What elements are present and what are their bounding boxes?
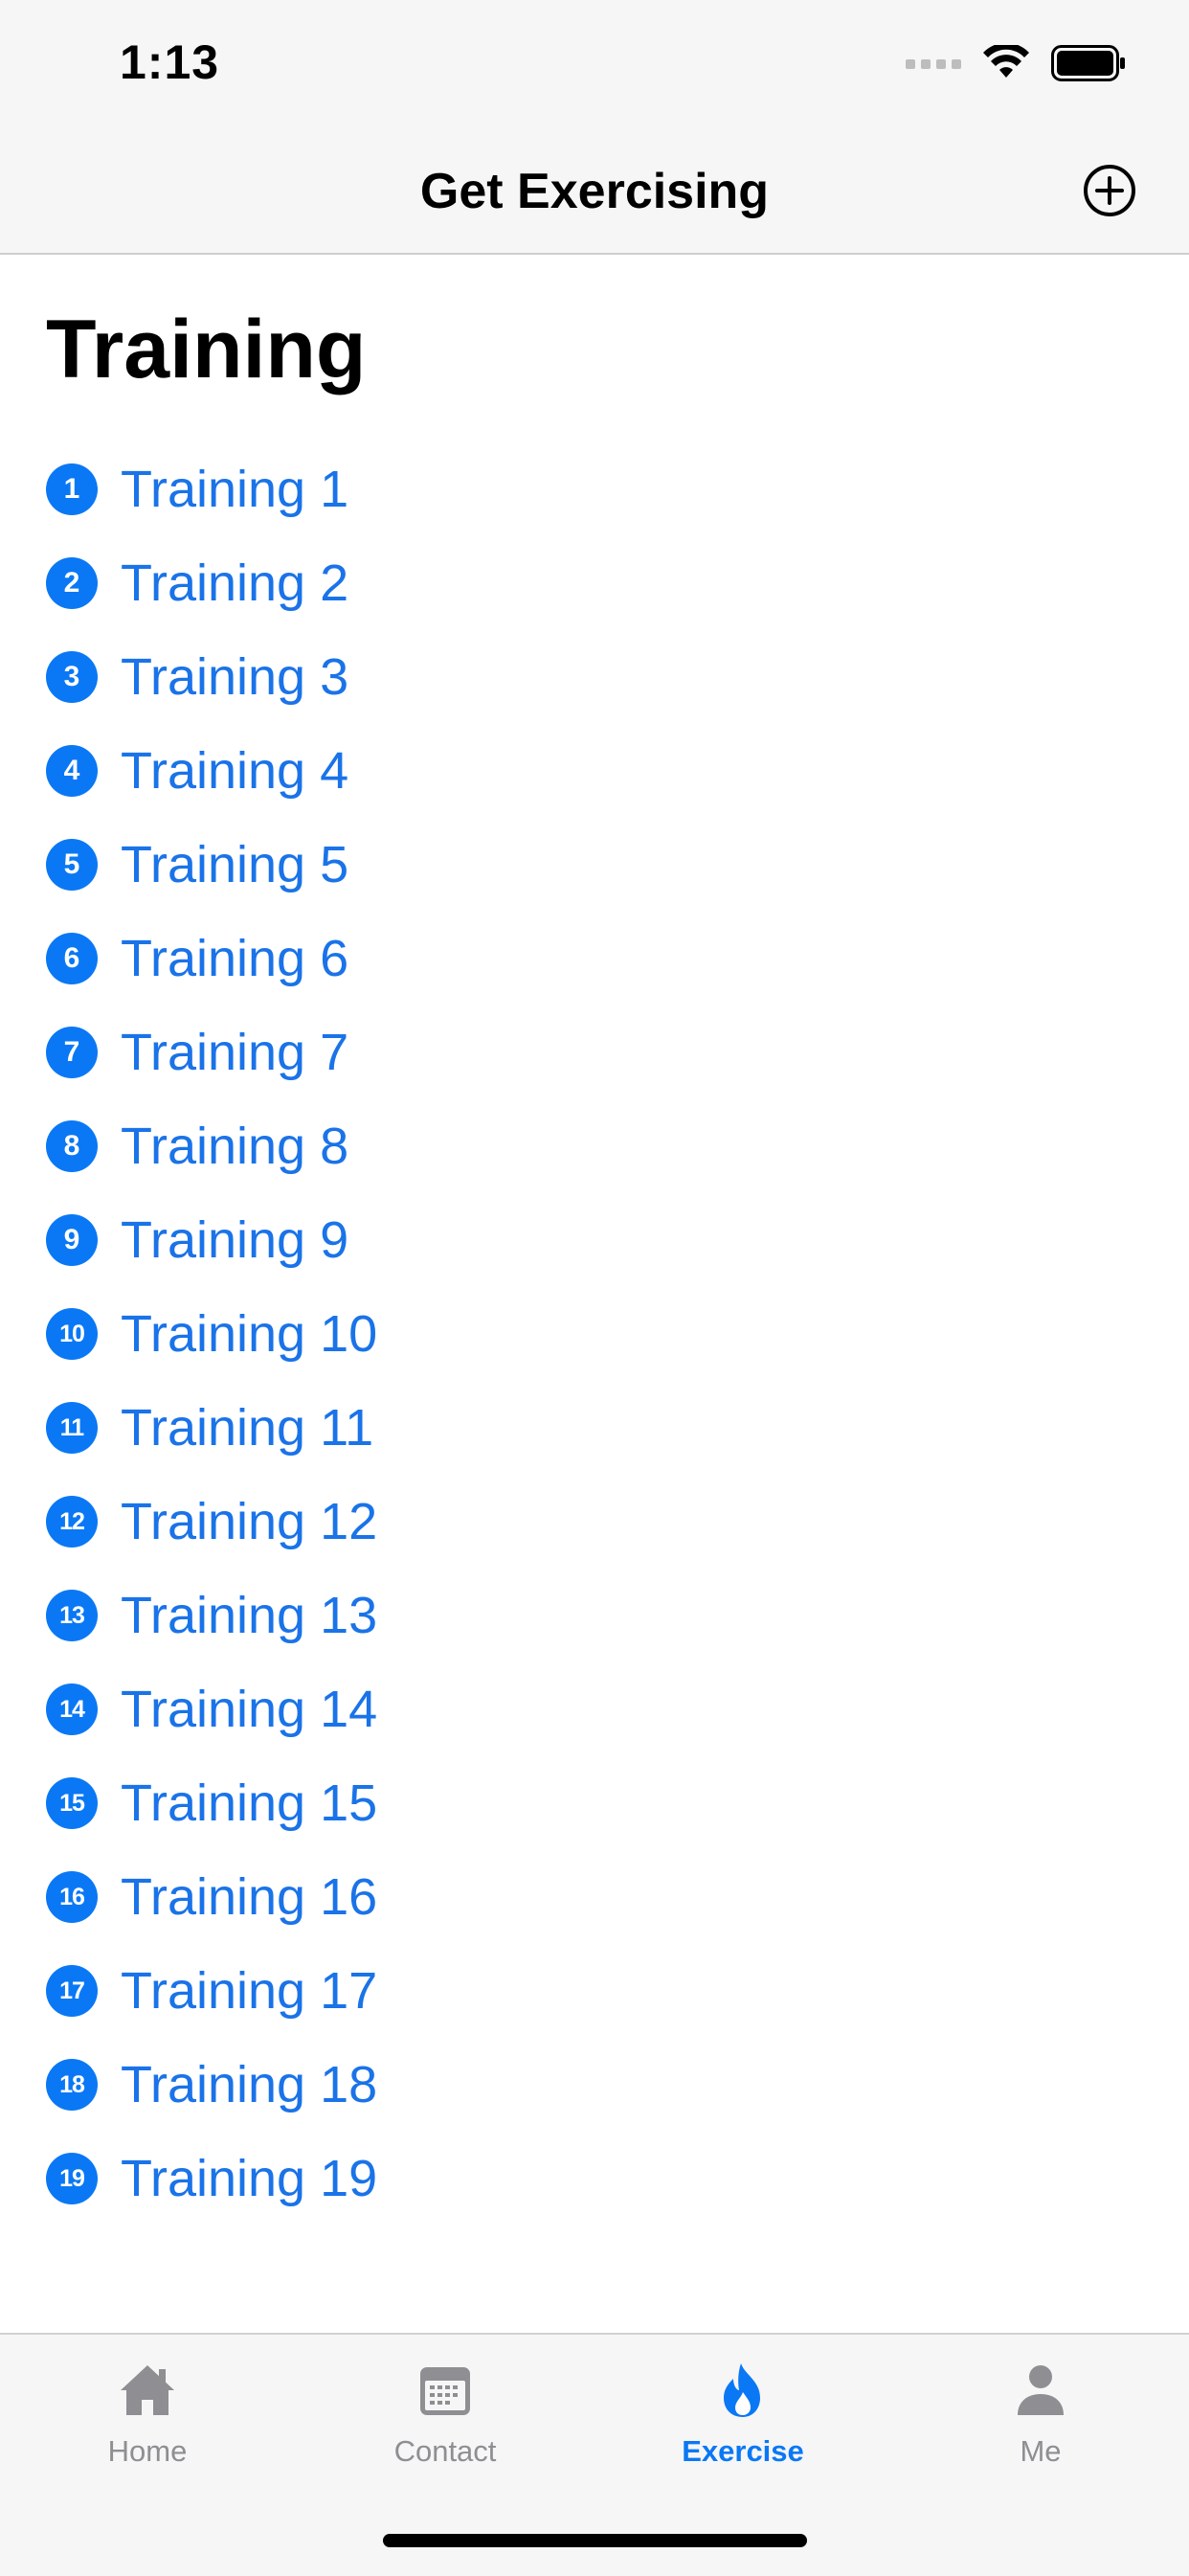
training-item[interactable]: 8 Training 8 <box>46 1099 377 1193</box>
tab-label: Exercise <box>682 2434 804 2468</box>
training-item[interactable]: 17 Training 17 <box>46 1944 377 2038</box>
training-label: Training 5 <box>121 836 349 893</box>
tab-me[interactable]: Me <box>945 2360 1136 2469</box>
training-label: Training 14 <box>121 1681 378 1738</box>
page-title: Get Exercising <box>419 164 770 219</box>
battery-icon <box>1051 45 1125 81</box>
number-badge-icon: 6 <box>46 933 98 984</box>
training-label: Training 15 <box>121 1774 378 1832</box>
training-item[interactable]: 4 Training 4 <box>46 724 377 818</box>
training-item[interactable]: 10 Training 10 <box>46 1287 377 1381</box>
number-badge-icon: 8 <box>46 1120 98 1172</box>
number-badge-icon: 2 <box>46 557 98 609</box>
training-label: Training 6 <box>121 930 349 987</box>
training-label: Training 11 <box>121 1399 374 1457</box>
number-badge-icon: 11 <box>46 1402 98 1454</box>
add-button[interactable] <box>1082 163 1137 218</box>
home-indicator <box>383 2534 807 2547</box>
number-badge-icon: 7 <box>46 1027 98 1078</box>
number-badge-icon: 17 <box>46 1965 98 2017</box>
tab-exercise[interactable]: Exercise <box>647 2360 839 2469</box>
number-badge-icon: 15 <box>46 1777 98 1829</box>
number-badge-icon: 10 <box>46 1308 98 1360</box>
status-icons <box>906 44 1128 82</box>
navigation-bar: Get Exercising <box>0 134 1189 255</box>
tab-label: Home <box>107 2434 188 2468</box>
tab-home[interactable]: Home <box>52 2360 243 2469</box>
number-badge-icon: 16 <box>46 1871 98 1923</box>
calendar-icon <box>420 2367 470 2415</box>
number-badge-icon: 1 <box>46 463 98 515</box>
number-badge-icon: 9 <box>46 1214 98 1266</box>
training-label: Training 8 <box>121 1118 349 1175</box>
number-badge-icon: 19 <box>46 2153 98 2204</box>
training-list: 1 Training 1 2 Training 2 3 Training 3 4 Traini… <box>46 442 377 2226</box>
training-item[interactable]: 13 Training 13 <box>46 1569 377 1662</box>
training-label: Training 7 <box>121 1024 349 1081</box>
training-label: Training 19 <box>121 2150 378 2207</box>
number-badge-icon: 13 <box>46 1590 98 1641</box>
training-item[interactable]: 15 Training 15 <box>46 1756 377 1850</box>
training-label: Training 10 <box>121 1305 378 1363</box>
training-label: Training 2 <box>121 554 349 612</box>
training-label: Training 12 <box>121 1493 378 1550</box>
training-item[interactable]: 16 Training 16 <box>46 1850 377 1944</box>
tab-label: Me <box>1020 2434 1062 2468</box>
flame-icon <box>724 2363 760 2417</box>
training-item[interactable]: 14 Training 14 <box>46 1662 377 1756</box>
training-label: Training 16 <box>121 1868 378 1926</box>
number-badge-icon: 3 <box>46 651 98 703</box>
training-item[interactable]: 3 Training 3 <box>46 630 377 724</box>
training-label: Training 13 <box>121 1587 378 1644</box>
training-label: Training 1 <box>121 461 349 518</box>
training-label: Training 17 <box>121 1962 378 2020</box>
number-badge-icon: 4 <box>46 745 98 797</box>
training-item[interactable]: 18 Training 18 <box>46 2038 377 2132</box>
training-item[interactable]: 11 Training 11 <box>46 1381 377 1475</box>
training-item[interactable]: 2 Training 2 <box>46 536 377 630</box>
tab-contact[interactable]: Contact <box>349 2360 541 2469</box>
training-label: Training 3 <box>121 648 349 706</box>
training-item[interactable]: 1 Training 1 <box>46 442 377 536</box>
status-bar: 1:13 <box>0 0 1189 134</box>
section-title: Training <box>46 304 367 395</box>
tab-label: Contact <box>393 2434 497 2468</box>
training-item[interactable]: 9 Training 9 <box>46 1193 377 1287</box>
training-item[interactable]: 5 Training 5 <box>46 818 377 912</box>
status-time: 1:13 <box>120 35 220 89</box>
training-label: Training 4 <box>121 742 349 800</box>
training-item[interactable]: 6 Training 6 <box>46 912 377 1006</box>
wifi-icon <box>983 45 1029 78</box>
number-badge-icon: 5 <box>46 839 98 891</box>
cellular-signal-icon <box>906 59 961 69</box>
person-icon <box>1018 2365 1064 2415</box>
training-label: Training 9 <box>121 1211 349 1269</box>
number-badge-icon: 12 <box>46 1496 98 1548</box>
training-item[interactable]: 7 Training 7 <box>46 1006 377 1099</box>
training-label: Training 18 <box>121 2056 378 2113</box>
training-item[interactable]: 19 Training 19 <box>46 2132 377 2226</box>
house-icon <box>121 2365 174 2415</box>
training-item[interactable]: 12 Training 12 <box>46 1475 377 1569</box>
number-badge-icon: 14 <box>46 1683 98 1735</box>
number-badge-icon: 18 <box>46 2059 98 2111</box>
